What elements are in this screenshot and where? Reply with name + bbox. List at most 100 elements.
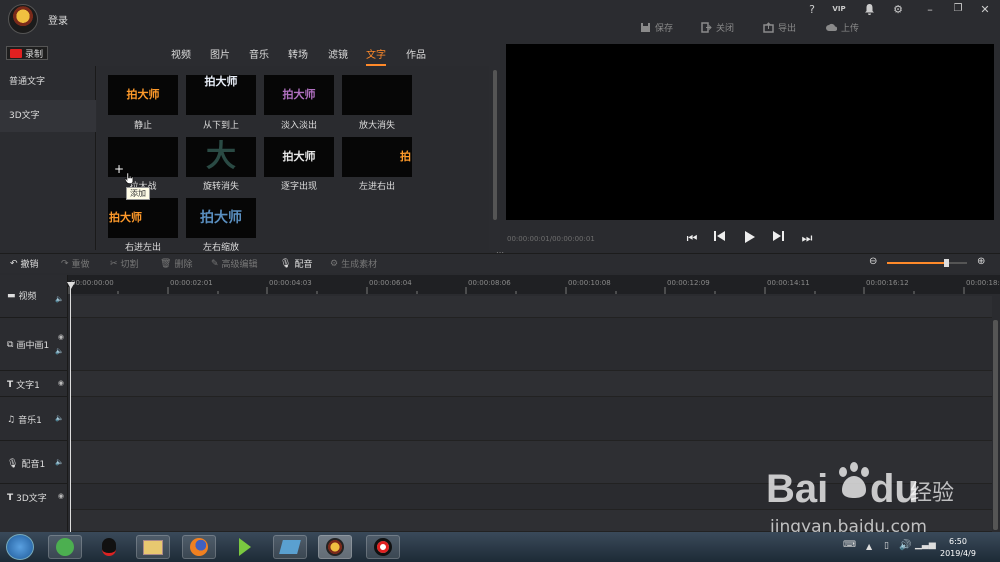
skip-start-icon[interactable]: ⏮ bbox=[684, 230, 700, 246]
effect-thumb-rotate[interactable]: 大 bbox=[186, 137, 256, 177]
advanced-edit-button[interactable]: ✎ 高级编辑 bbox=[211, 257, 258, 271]
add-plus-icon[interactable]: + bbox=[114, 162, 124, 176]
generate-material-label: 生成素材 bbox=[341, 260, 378, 270]
category-3d-text[interactable]: 3D文字 bbox=[0, 100, 96, 132]
tab-music[interactable]: 音乐 bbox=[249, 46, 269, 61]
effect-thumb-char-by-char[interactable]: 拍大师 bbox=[264, 137, 334, 177]
tray-battery-icon[interactable]: ▯ bbox=[884, 541, 889, 551]
delete-icon: 🗑 bbox=[160, 258, 172, 269]
track-header-text[interactable]: T 文字1 ◉ bbox=[0, 371, 68, 397]
tray-keyboard-icon[interactable]: ⌨ bbox=[843, 540, 856, 550]
taskbar-app-explorer-icon[interactable] bbox=[136, 535, 170, 559]
close-icon[interactable]: ✕ bbox=[977, 3, 993, 17]
upload-button[interactable]: 上传 bbox=[826, 20, 859, 34]
maximize-icon[interactable]: ❐ bbox=[950, 3, 966, 17]
tray-arrow-icon[interactable]: ▲ bbox=[866, 542, 872, 551]
tab-filter[interactable]: 滤镜 bbox=[328, 46, 348, 61]
cut-label: 切割 bbox=[120, 260, 139, 270]
generate-material-button[interactable]: ⚙ 生成素材 bbox=[330, 257, 378, 271]
tab-image[interactable]: 图片 bbox=[210, 46, 230, 61]
save-button[interactable]: 保存 bbox=[640, 20, 673, 34]
track-header-pip[interactable]: ⧉ 画中画1 ◉ 🔈 bbox=[0, 318, 68, 371]
taskbar-app-recorder-icon[interactable] bbox=[366, 535, 400, 559]
effect-label: 放大消失 bbox=[358, 121, 395, 131]
effect-thumb-zoom-out[interactable] bbox=[342, 75, 412, 115]
effect-thumb-static[interactable]: 拍大师 bbox=[108, 75, 178, 115]
track-lane-music[interactable] bbox=[71, 397, 992, 441]
help-icon[interactable]: ? bbox=[804, 3, 820, 17]
track-label: 音乐1 bbox=[18, 416, 42, 426]
taskbar-app-editor-icon[interactable] bbox=[273, 535, 307, 559]
track-lane-text[interactable] bbox=[71, 371, 992, 397]
text-track-icon: T bbox=[7, 379, 14, 390]
track-header-voiceover[interactable]: 🎙 配音1 🔈 bbox=[0, 441, 68, 484]
advanced-edit-label: 高级编辑 bbox=[221, 260, 258, 270]
timeline-scrollbar[interactable] bbox=[993, 320, 998, 530]
redo-button[interactable]: ↷ 重做 bbox=[61, 257, 90, 271]
gear-icon[interactable]: ⚙ bbox=[890, 3, 906, 17]
exit-button[interactable]: 关闭 bbox=[701, 20, 734, 34]
volume-icon[interactable]: 🔈 bbox=[55, 458, 64, 466]
effect-thumb-left-in-right-out[interactable]: 拍 bbox=[342, 137, 412, 177]
minimize-icon[interactable]: – bbox=[922, 3, 938, 17]
bell-icon[interactable] bbox=[861, 3, 877, 17]
track-lane-video[interactable] bbox=[71, 296, 992, 318]
taskbar-clock[interactable]: 6:50 2019/4/9 bbox=[940, 536, 976, 560]
volume-icon[interactable]: 🔈 bbox=[55, 414, 64, 422]
volume-icon[interactable]: 🔈 bbox=[55, 295, 64, 303]
start-button[interactable] bbox=[6, 534, 34, 560]
zoom-slider-handle[interactable] bbox=[944, 259, 949, 267]
category-normal-text[interactable]: 普通文字 bbox=[0, 66, 96, 98]
cut-button[interactable]: ✂ 切割 bbox=[110, 257, 139, 271]
playhead[interactable] bbox=[70, 282, 71, 532]
tab-video[interactable]: 视频 bbox=[171, 46, 191, 61]
taskbar-app-qq-icon[interactable] bbox=[92, 535, 126, 559]
effect-thumb-horizontal-zoom[interactable]: 拍大师 bbox=[186, 198, 256, 238]
skip-end-icon[interactable]: ⏭ bbox=[799, 230, 815, 246]
record-label: 录制 bbox=[25, 49, 44, 60]
mic-icon: 🎙 bbox=[280, 258, 292, 269]
playhead-handle[interactable] bbox=[67, 282, 75, 289]
effect-label: 逐字出现 bbox=[280, 182, 317, 192]
exit-icon bbox=[701, 21, 712, 33]
track-header-video[interactable]: ▬ 视频 🔈 bbox=[0, 275, 68, 318]
effect-thumb-bottom-up[interactable]: 拍大师 bbox=[186, 75, 256, 115]
record-button[interactable]: 录制 bbox=[6, 46, 48, 60]
step-forward-icon[interactable] bbox=[770, 230, 786, 246]
add-tooltip: 添加 bbox=[126, 187, 150, 200]
tab-transition[interactable]: 转场 bbox=[288, 46, 308, 61]
zoom-out-icon[interactable]: ⊖ bbox=[869, 256, 877, 267]
login-link[interactable]: 登录 bbox=[48, 12, 68, 27]
track-header-music[interactable]: ♫ 音乐1 🔈 bbox=[0, 397, 68, 441]
undo-icon: ↶ bbox=[10, 258, 18, 269]
track-lane-pip[interactable] bbox=[71, 318, 992, 371]
effect-thumb-right-in-left-out[interactable]: 拍大师 bbox=[108, 198, 178, 238]
taskbar-app-media-icon[interactable] bbox=[228, 535, 262, 559]
voiceover-button[interactable]: 🎙 配音 bbox=[280, 257, 312, 271]
step-back-icon[interactable] bbox=[712, 230, 728, 246]
delete-button[interactable]: 🗑 删除 bbox=[160, 257, 192, 271]
timeline-ruler[interactable]: 00:00:00:00 00:00:02:01 00:00:04:03 00:0… bbox=[68, 275, 1000, 294]
export-label: 导出 bbox=[778, 23, 797, 34]
library-scrollbar[interactable] bbox=[493, 70, 497, 220]
tab-text[interactable]: 文字 bbox=[366, 46, 386, 66]
eye-icon[interactable]: ◉ bbox=[58, 333, 64, 341]
volume-icon[interactable]: 🔈 bbox=[55, 347, 64, 355]
effect-thumb-fade[interactable]: 拍大师 bbox=[264, 75, 334, 115]
taskbar-app-paidashi-icon[interactable] bbox=[318, 535, 352, 559]
save-icon bbox=[641, 22, 650, 32]
vip-icon[interactable]: VIP bbox=[831, 5, 847, 19]
tab-works[interactable]: 作品 bbox=[406, 46, 426, 61]
eye-icon[interactable]: ◉ bbox=[58, 379, 64, 387]
zoom-in-icon[interactable]: ⊕ bbox=[977, 256, 985, 267]
track-header-3d-text[interactable]: T 3D文字 ◉ bbox=[0, 484, 68, 510]
eye-icon[interactable]: ◉ bbox=[58, 492, 64, 500]
play-icon[interactable] bbox=[742, 230, 758, 246]
tray-network-icon[interactable]: ▁▃▅ bbox=[915, 540, 936, 550]
music-track-icon: ♫ bbox=[7, 414, 16, 425]
export-button[interactable]: 导出 bbox=[763, 20, 796, 34]
taskbar-app-firefox-icon[interactable] bbox=[182, 535, 216, 559]
taskbar-app-360-icon[interactable] bbox=[48, 535, 82, 559]
undo-button[interactable]: ↶ 撤销 bbox=[10, 257, 39, 271]
tray-volume-icon[interactable]: 🔊 bbox=[899, 540, 911, 551]
